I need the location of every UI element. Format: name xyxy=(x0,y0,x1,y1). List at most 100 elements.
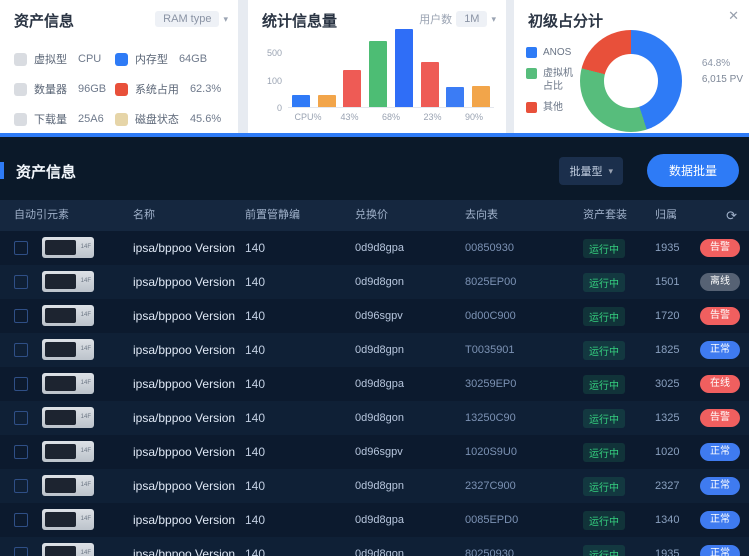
action-pill-badge[interactable]: 离线 xyxy=(700,273,740,291)
stats-dropdown-value[interactable]: 1M xyxy=(456,11,488,27)
asset-thumbnail-label: 14F xyxy=(80,380,91,386)
cell-action-pill: 正常 xyxy=(700,333,740,367)
table-row: 14F ipsa/bppoo Version 140 0d9d8gon 80250930… xyxy=(0,537,749,556)
stat-swatch-icon xyxy=(114,52,128,66)
row-checkbox[interactable] xyxy=(14,513,28,527)
column-header: 兑换价 xyxy=(355,209,388,221)
table-row: 14F ipsa/bppoo Version 140 0d9d8gpa 30259EP0… xyxy=(0,367,749,401)
asset-thumbnail-label: 14F xyxy=(80,550,91,556)
legend-swatch-icon xyxy=(526,68,537,79)
legend-label: 其他 xyxy=(543,102,563,113)
status-badge: 运行中 xyxy=(583,476,625,496)
asset-thumbnail-chip xyxy=(45,342,76,357)
stat-value: 62.3% xyxy=(189,83,222,95)
close-icon[interactable]: ✕ xyxy=(728,8,739,24)
asset-thumbnail-chip xyxy=(45,512,76,527)
cell-name: ipsa/bppoo Version xyxy=(133,513,236,527)
column-header: 前置管静编 xyxy=(245,209,300,221)
cell-code2: 0085EPD0 xyxy=(465,514,519,526)
stat-value: 96GB xyxy=(78,83,107,95)
action-pill-badge[interactable]: 正常 xyxy=(700,341,740,359)
action-pill-badge[interactable]: 在线 xyxy=(700,375,740,393)
donut-title: 初级占分计 xyxy=(528,13,604,30)
stats-dropdown[interactable]: 用户数 1M ▾ xyxy=(419,11,496,27)
stat-swatch-icon xyxy=(114,82,128,96)
asset-table-section: 资产信息 批量型 ▾ 数据批量 ⟳ 自动引元素 名称 前置管静编 兑换价 去向表 资产套装… xyxy=(0,137,749,556)
asset-table: ⟳ 自动引元素 名称 前置管静编 兑换价 去向表 资产套装 归属 14F ipsa/bppoo… xyxy=(0,200,749,556)
cell-num: 1825 xyxy=(655,344,680,356)
row-checkbox[interactable] xyxy=(14,241,28,255)
bar-2 xyxy=(343,70,362,107)
stat-value: 45.6% xyxy=(189,113,222,125)
stat-label: 下载量 xyxy=(34,114,67,126)
cell-qty: 140 xyxy=(245,411,266,425)
action-pill-badge[interactable]: 正常 xyxy=(700,477,740,495)
asset-thumbnail: 14F xyxy=(42,237,94,258)
column-header: 去向表 xyxy=(465,209,498,221)
cell-action-pill: 告警 xyxy=(700,299,740,333)
cell-num: 1720 xyxy=(655,310,680,322)
cell-qty: 140 xyxy=(245,275,266,289)
table-row: 14F ipsa/bppoo Version 140 0d96sgpv 0d00C900… xyxy=(0,299,749,333)
cell-num: 2327 xyxy=(655,480,680,492)
refresh-icon[interactable]: ⟳ xyxy=(726,200,737,231)
table-header-row: ⟳ 自动引元素 名称 前置管静编 兑换价 去向表 资产套装 归属 xyxy=(0,200,749,231)
cell-name: ipsa/bppoo Version xyxy=(133,377,236,391)
x-axis-label: CPU% xyxy=(294,112,322,122)
cell-status-badge: 运行中 xyxy=(583,231,625,265)
action-pill-badge[interactable]: 告警 xyxy=(700,409,740,427)
cell-action-pill: 正常 xyxy=(700,537,740,556)
action-pill-badge[interactable]: 正常 xyxy=(700,443,740,461)
status-badge: 运行中 xyxy=(583,272,625,292)
asset-thumbnail: 14F xyxy=(42,305,94,326)
asset-thumbnail-chip xyxy=(45,478,76,493)
cell-status-badge: 运行中 xyxy=(583,435,625,469)
cell-name: ipsa/bppoo Version xyxy=(133,547,236,556)
y-axis-tick: 0 xyxy=(276,103,282,113)
donut-card: 初级占分计 ✕ ANOS 虚拟机 占比 其他 64.8% 6,015 PV xyxy=(514,0,749,133)
row-checkbox[interactable] xyxy=(14,309,28,323)
title-accent-bar xyxy=(0,162,4,179)
primary-action-button[interactable]: 数据批量 xyxy=(647,154,739,187)
table-filter-dropdown[interactable]: 批量型 ▾ xyxy=(559,157,623,185)
asset-thumbnail: 14F xyxy=(42,407,94,428)
asset-info-title: 资产信息 xyxy=(14,13,75,30)
asset-thumbnail-label: 14F xyxy=(80,244,91,250)
action-pill-badge[interactable]: 告警 xyxy=(700,307,740,325)
cell-qty: 140 xyxy=(245,241,266,255)
asset-stat-grid: 虚拟型 CPU 内存型 64GB 数量器 96GB 系统占用 62.3% 下载量 25A6 磁盘状态… xyxy=(14,44,226,134)
cell-code1: 0d96sgpv xyxy=(355,446,403,458)
cell-status-badge: 运行中 xyxy=(583,333,625,367)
asset-thumbnail: 14F xyxy=(42,475,94,496)
row-checkbox[interactable] xyxy=(14,479,28,493)
bar-1 xyxy=(317,95,336,107)
row-checkbox[interactable] xyxy=(14,547,28,556)
cell-name: ipsa/bppoo Version xyxy=(133,275,236,289)
row-checkbox[interactable] xyxy=(14,343,28,357)
asset-info-dropdown[interactable]: RAM type ▾ xyxy=(155,11,228,27)
cell-action-pill: 离线 xyxy=(700,265,740,299)
row-checkbox[interactable] xyxy=(14,411,28,425)
status-badge: 运行中 xyxy=(583,374,625,394)
stat-swatch-icon xyxy=(14,82,27,96)
cell-status-badge: 运行中 xyxy=(583,503,625,537)
donut-side-values: 64.8% 6,015 PV xyxy=(702,58,743,85)
stat-swatch-icon xyxy=(14,52,27,66)
cell-num: 1020 xyxy=(655,446,680,458)
action-pill-badge[interactable]: 告警 xyxy=(700,239,740,257)
row-checkbox[interactable] xyxy=(14,377,28,391)
y-axis-tick: 500 xyxy=(266,48,282,59)
action-pill-badge[interactable]: 正常 xyxy=(700,545,740,556)
action-pill-badge[interactable]: 正常 xyxy=(700,511,740,529)
stat-value: CPU xyxy=(78,53,102,65)
asset-thumbnail-chip xyxy=(45,308,76,323)
bar-chart-x-axis: CPU% 43% 68% 23% 90% xyxy=(288,112,494,122)
cell-code2: 1020S9U0 xyxy=(465,446,517,458)
cell-status-badge: 运行中 xyxy=(583,469,625,503)
row-checkbox[interactable] xyxy=(14,275,28,289)
bar-chart-y-axis: 0 100 500 xyxy=(258,30,284,113)
asset-info-dropdown-value[interactable]: RAM type xyxy=(155,11,220,27)
cell-action-pill: 正常 xyxy=(700,469,740,503)
cell-qty: 140 xyxy=(245,479,266,493)
row-checkbox[interactable] xyxy=(14,445,28,459)
